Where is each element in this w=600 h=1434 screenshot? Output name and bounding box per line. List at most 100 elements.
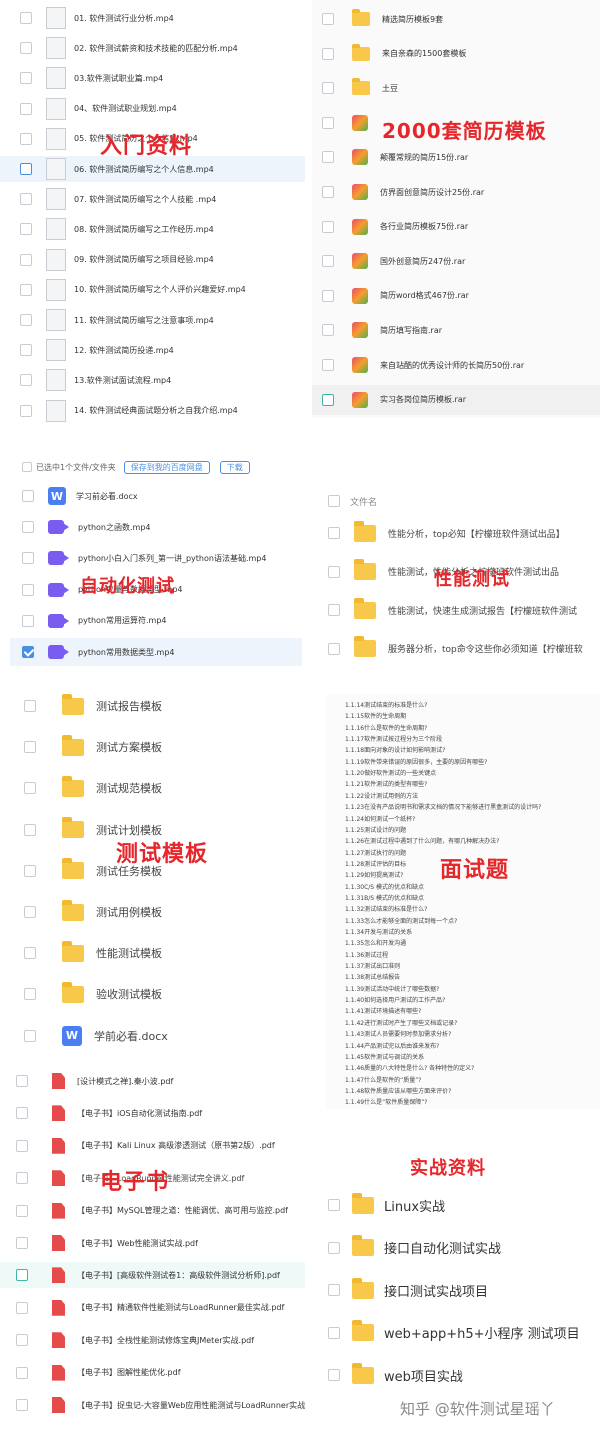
list-item[interactable]: web+app+h5+小程序 测试项目 xyxy=(312,1316,600,1350)
file-checkbox[interactable] xyxy=(328,1199,340,1211)
file-checkbox[interactable] xyxy=(20,404,32,417)
list-item[interactable]: 性能测试，快速生成测试报告【柠檬班软件测试 xyxy=(312,595,600,625)
file-checkbox[interactable] xyxy=(16,1399,28,1411)
list-item[interactable]: 精选简历模板9套 xyxy=(312,4,600,34)
file-checkbox[interactable] xyxy=(322,116,334,129)
list-item[interactable]: 13.软件测试面试流程.mp4 xyxy=(0,367,305,393)
file-checkbox[interactable] xyxy=(328,1241,340,1254)
file-checkbox[interactable] xyxy=(16,1204,28,1217)
file-checkbox[interactable] xyxy=(16,1107,28,1120)
select-all-checkbox[interactable] xyxy=(22,462,32,472)
file-checkbox[interactable] xyxy=(16,1075,28,1087)
list-item[interactable]: 测试用例模板 xyxy=(0,896,310,928)
list-item[interactable]: 服务器分析，top命令这些你必须知道【柠檬班软 xyxy=(312,634,600,664)
file-checkbox[interactable] xyxy=(20,132,32,145)
list-item[interactable]: W 学前必看.docx xyxy=(0,1020,310,1052)
list-item[interactable]: 【电子书】iOS自动化测试指南.pdf xyxy=(0,1100,305,1126)
file-checkbox[interactable] xyxy=(322,324,334,337)
file-checkbox[interactable] xyxy=(24,700,36,712)
list-item[interactable]: 性能测试模板 xyxy=(0,937,310,969)
list-item[interactable]: 08. 软件测试简历编写之工作经历.mp4 xyxy=(0,216,305,242)
file-checkbox[interactable] xyxy=(20,374,32,387)
file-checkbox[interactable] xyxy=(328,1284,340,1297)
list-item[interactable]: 简历填写指南.rar xyxy=(312,315,600,345)
file-checkbox[interactable] xyxy=(22,583,34,596)
list-item[interactable]: 【电子书】Web性能测试实战.pdf xyxy=(0,1230,305,1256)
file-checkbox[interactable] xyxy=(322,359,334,371)
file-checkbox[interactable] xyxy=(20,42,32,55)
select-all-checkbox[interactable] xyxy=(328,495,340,507)
list-item[interactable]: 04、软件测试职业规划.mp4 xyxy=(0,96,305,122)
file-checkbox[interactable] xyxy=(24,988,36,1001)
list-item[interactable]: 11. 软件测试简历编写之注意事项.mp4 xyxy=(0,307,305,333)
list-item[interactable]: 各行业简历模板75份.rar xyxy=(312,212,600,242)
list-item[interactable]: 10. 软件测试简历编写之个人评价兴趣爱好.mp4 xyxy=(0,277,305,303)
list-item[interactable]: W 学习前必看.docx xyxy=(10,482,302,510)
list-item[interactable]: python常用运算符.mp4 xyxy=(10,607,302,635)
file-checkbox[interactable] xyxy=(16,1301,28,1314)
file-checkbox[interactable] xyxy=(20,283,32,296)
file-checkbox[interactable] xyxy=(22,646,34,658)
list-item[interactable]: 验收测试模板 xyxy=(0,978,310,1010)
file-checkbox[interactable] xyxy=(322,47,334,60)
file-checkbox[interactable] xyxy=(322,82,334,95)
file-checkbox[interactable] xyxy=(328,565,340,578)
list-item[interactable]: python小白入门系列_第一讲_python语法基础.mp4 xyxy=(10,544,302,572)
file-checkbox[interactable] xyxy=(20,163,32,175)
file-checkbox[interactable] xyxy=(20,12,32,24)
list-item[interactable]: 【电子书】精通软件性能测试与LoadRunner最佳实战.pdf xyxy=(0,1295,305,1321)
file-checkbox[interactable] xyxy=(20,253,32,266)
download-button[interactable]: 下载 xyxy=(219,460,250,474)
list-item[interactable]: 测试报告模板 xyxy=(0,690,310,722)
file-checkbox[interactable] xyxy=(322,255,334,268)
file-checkbox[interactable] xyxy=(16,1172,28,1185)
list-item[interactable]: 测试规范模板 xyxy=(0,772,310,804)
list-item[interactable]: 接口自动化测试实战 xyxy=(312,1231,600,1265)
file-checkbox[interactable] xyxy=(16,1366,28,1379)
file-checkbox[interactable] xyxy=(322,393,334,406)
list-item[interactable]: python常用数据类型.mp4 xyxy=(10,638,302,666)
file-checkbox[interactable] xyxy=(16,1334,28,1347)
list-item[interactable]: 07. 软件测试简历编写之个人技能 .mp4 xyxy=(0,186,305,212)
file-checkbox[interactable] xyxy=(16,1269,28,1282)
list-item[interactable]: 【电子书】MySQL管理之道：性能调优、高可用与监控.pdf xyxy=(0,1198,305,1224)
list-item[interactable]: 【电子书】Kali Linux 高级渗透测试（原书第2版）.pdf xyxy=(0,1133,305,1159)
list-item[interactable]: 测试方案模板 xyxy=(0,731,310,763)
list-item[interactable]: 【电子书】捉虫记-大容量Web应用性能测试与LoadRunner实战_.pdf xyxy=(0,1392,305,1418)
file-checkbox[interactable] xyxy=(20,344,32,357)
list-item[interactable]: 来自亲森的1500套模板 xyxy=(312,39,600,69)
list-item[interactable]: 接口测试实战项目 xyxy=(312,1273,600,1307)
file-checkbox[interactable] xyxy=(20,193,32,206)
file-checkbox[interactable] xyxy=(24,947,36,960)
file-checkbox[interactable] xyxy=(24,906,36,918)
save-to-netdisk-button[interactable]: 保存到我的百度网盘 xyxy=(123,460,210,474)
file-checkbox[interactable] xyxy=(328,1326,340,1339)
list-item[interactable]: 【电子书】全栈性能测试修炼宝典JMeter实战.pdf xyxy=(0,1327,305,1353)
file-checkbox[interactable] xyxy=(22,521,34,534)
file-checkbox[interactable] xyxy=(322,289,334,302)
list-item[interactable]: 03.软件测试职业篇.mp4 xyxy=(0,65,305,91)
list-item[interactable]: 02. 软件测试薪资和技术技能的匹配分析.mp4 xyxy=(0,35,305,61)
file-checkbox[interactable] xyxy=(20,223,32,236)
file-checkbox[interactable] xyxy=(322,220,334,233)
list-item[interactable]: 14. 软件测试经典面试题分析之自我介绍.mp4 xyxy=(0,398,305,424)
file-checkbox[interactable] xyxy=(20,314,32,326)
list-item[interactable]: python之函数.mp4 xyxy=(10,513,302,541)
file-checkbox[interactable] xyxy=(322,13,334,25)
list-item[interactable]: 09. 软件测试简历编写之项目经验.mp4 xyxy=(0,247,305,273)
file-checkbox[interactable] xyxy=(20,72,32,85)
file-checkbox[interactable] xyxy=(24,823,36,836)
list-item[interactable]: 实习各岗位简历模板.rar xyxy=(312,384,600,415)
list-item[interactable]: 01. 软件测试行业分析.mp4 xyxy=(0,5,305,31)
list-item[interactable]: 【电子书】图解性能优化.pdf xyxy=(0,1360,305,1386)
file-checkbox[interactable] xyxy=(322,186,334,198)
file-checkbox[interactable] xyxy=(24,782,36,795)
list-item[interactable]: 来自站酷的优秀设计师的长简历50份.rar xyxy=(312,350,600,380)
list-item[interactable]: web项目实战 xyxy=(312,1358,600,1392)
list-item[interactable]: 简历word格式467份.rar xyxy=(312,281,600,311)
file-checkbox[interactable] xyxy=(24,741,36,754)
list-item[interactable]: 仿界面创意简历设计25份.rar xyxy=(312,177,600,207)
list-item[interactable]: 12. 软件测试简历投递.mp4 xyxy=(0,337,305,363)
list-item[interactable]: 颠覆常规的简历15份.rar xyxy=(312,142,600,172)
list-item[interactable]: 【电子书】[高级软件测试卷1：高级软件测试分析师].pdf xyxy=(0,1262,305,1289)
